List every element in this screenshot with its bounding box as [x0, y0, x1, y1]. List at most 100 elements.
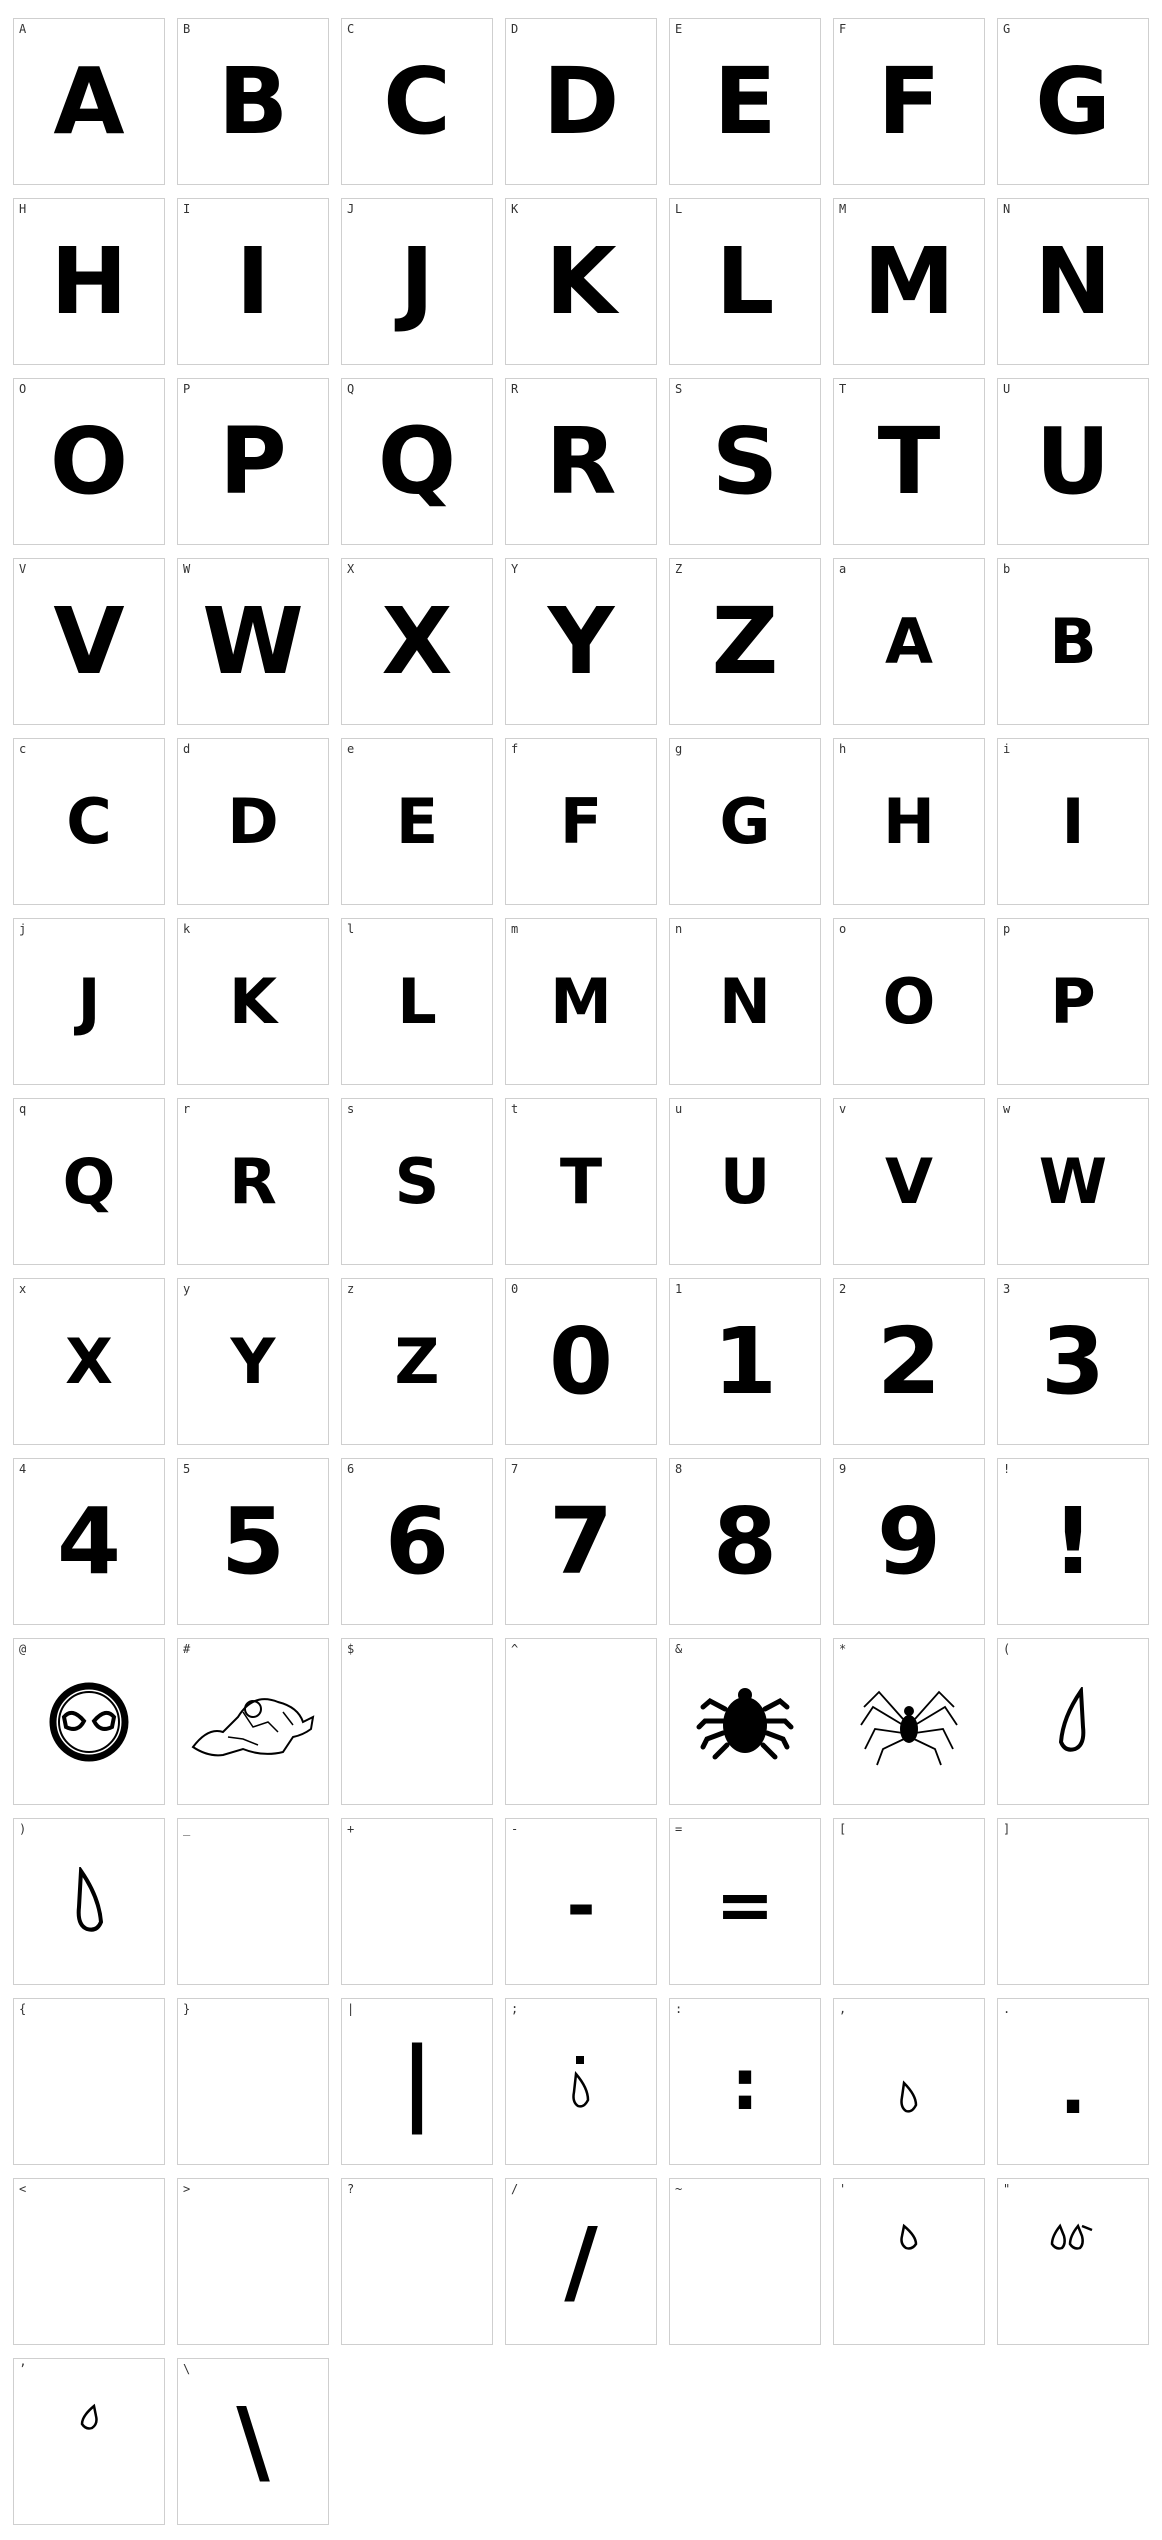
glyph-cell-7: H H — [13, 198, 165, 365]
glyph-cell-76: ] — [997, 1818, 1149, 1985]
glyph-cell-18: S S — [669, 378, 821, 545]
glyph-preview: Y — [547, 587, 615, 695]
glyph-cell-39: n N — [669, 918, 821, 1085]
glyph-cell-5: F F — [833, 18, 985, 185]
glyph-cell-83: . . — [997, 1998, 1149, 2165]
glyph-preview: L — [715, 227, 775, 335]
glyph-cell-12: M M — [833, 198, 985, 365]
glyph-cell-68: * — [833, 1638, 985, 1805]
glyph-cell-88: ~ — [669, 2178, 821, 2345]
glyph-preview: 1 — [712, 1307, 777, 1415]
glyph-cell-9: J J — [341, 198, 493, 365]
empty-glyph-preview — [998, 1819, 1148, 1984]
glyph-preview: 2 — [876, 1307, 941, 1415]
glyph-preview: 9 — [876, 1487, 941, 1595]
glyph-cell-22: W W — [177, 558, 329, 725]
glyph-cell-59: 7 7 — [505, 1458, 657, 1625]
glyph-cell-84: < — [13, 2178, 165, 2345]
glyph-cell-26: a A — [833, 558, 985, 725]
glyph-preview: Q — [62, 1144, 116, 1218]
glyph-preview: F — [559, 784, 603, 858]
glyph-preview: T — [559, 1144, 603, 1218]
empty-glyph-preview — [342, 2179, 492, 2344]
glyph-cell-57: 5 5 — [177, 1458, 329, 1625]
glyph-preview: B — [217, 47, 289, 155]
glyph-preview: L — [397, 964, 437, 1038]
glyph-preview: 3 — [1040, 1307, 1105, 1415]
glyph-preview: 4 — [56, 1487, 121, 1595]
glyph-cell-30: e E — [341, 738, 493, 905]
glyph-cell-89: ' — [833, 2178, 985, 2345]
glyph-cell-19: T T — [833, 378, 985, 545]
glyph-preview: 7 — [548, 1487, 613, 1595]
glyph-cell-60: 8 8 — [669, 1458, 821, 1625]
glyph-cell-2: C C — [341, 18, 493, 185]
empty-glyph-preview — [14, 1999, 164, 2164]
glyph-cell-1: B B — [177, 18, 329, 185]
glyph-cell-67: & — [669, 1638, 821, 1805]
glyph-cell-74: = = — [669, 1818, 821, 1985]
glyph-cell-82: , — [833, 1998, 985, 2165]
glyph-preview: . — [1059, 2047, 1087, 2130]
glyph-cell-35: j J — [13, 918, 165, 1085]
glyph-cell-78: } — [177, 1998, 329, 2165]
glyph-preview: A — [885, 604, 933, 678]
glyph-preview: B — [1049, 604, 1097, 678]
glyph-cell-28: c C — [13, 738, 165, 905]
glyph-cell-4: E E — [669, 18, 821, 185]
glyph-preview: D — [227, 784, 279, 858]
semicolon-fang-icon — [506, 1999, 656, 2164]
glyph-cell-92: \ \ — [177, 2358, 329, 2525]
glyph-preview: / — [564, 2207, 598, 2315]
glyph-cell-51: z Z — [341, 1278, 493, 1445]
empty-glyph-preview — [342, 1819, 492, 1984]
glyph-preview: E — [713, 47, 777, 155]
glyph-cell-17: R R — [505, 378, 657, 545]
apostrophe-fang-icon — [834, 2179, 984, 2344]
glyph-cell-42: q Q — [13, 1098, 165, 1265]
glyph-cell-34: i I — [997, 738, 1149, 905]
glyph-preview: - — [566, 1864, 596, 1947]
glyph-cell-43: r R — [177, 1098, 329, 1265]
glyph-cell-50: y Y — [177, 1278, 329, 1445]
glyph-preview: : — [731, 2043, 759, 2126]
glyph-cell-71: _ — [177, 1818, 329, 1985]
glyph-cell-16: Q Q — [341, 378, 493, 545]
glyph-preview: P — [219, 407, 287, 515]
glyph-cell-8: I I — [177, 198, 329, 365]
glyph-cell-6: G G — [997, 18, 1149, 185]
glyph-cell-58: 6 6 — [341, 1458, 493, 1625]
glyph-cell-37: l L — [341, 918, 493, 1085]
glyph-cell-63: @ — [13, 1638, 165, 1805]
glyph-preview: H — [883, 784, 935, 858]
glyph-cell-29: d D — [177, 738, 329, 905]
glyph-preview: X — [381, 587, 453, 695]
glyph-preview: Y — [230, 1324, 276, 1398]
glyph-preview: A — [53, 47, 125, 155]
glyph-preview: Q — [377, 407, 457, 515]
glyph-preview: U — [1035, 407, 1111, 515]
glyph-preview: N — [1034, 227, 1112, 335]
glyph-preview: 6 — [384, 1487, 449, 1595]
glyph-preview: M — [550, 964, 612, 1038]
empty-glyph-preview — [834, 1819, 984, 1984]
spider-mask-icon — [14, 1639, 164, 1804]
glyph-cell-36: k K — [177, 918, 329, 1085]
glyph-cell-75: [ — [833, 1818, 985, 1985]
glyph-preview: S — [711, 407, 779, 515]
glyph-preview: J — [77, 964, 101, 1038]
curly-apostrophe-fang-icon — [14, 2359, 164, 2524]
glyph-preview: G — [1035, 47, 1111, 155]
glyph-cell-61: 9 9 — [833, 1458, 985, 1625]
glyph-preview: W — [1038, 1144, 1108, 1218]
glyph-preview: G — [719, 784, 771, 858]
glyph-cell-27: b B — [997, 558, 1149, 725]
right-fang-icon — [14, 1819, 164, 1984]
glyph-cell-31: f F — [505, 738, 657, 905]
glyph-preview: D — [542, 47, 620, 155]
empty-glyph-preview — [14, 2179, 164, 2344]
glyph-preview: 5 — [220, 1487, 285, 1595]
glyph-cell-64: # — [177, 1638, 329, 1805]
glyph-preview: ! — [1052, 1487, 1094, 1595]
glyph-cell-45: t T — [505, 1098, 657, 1265]
